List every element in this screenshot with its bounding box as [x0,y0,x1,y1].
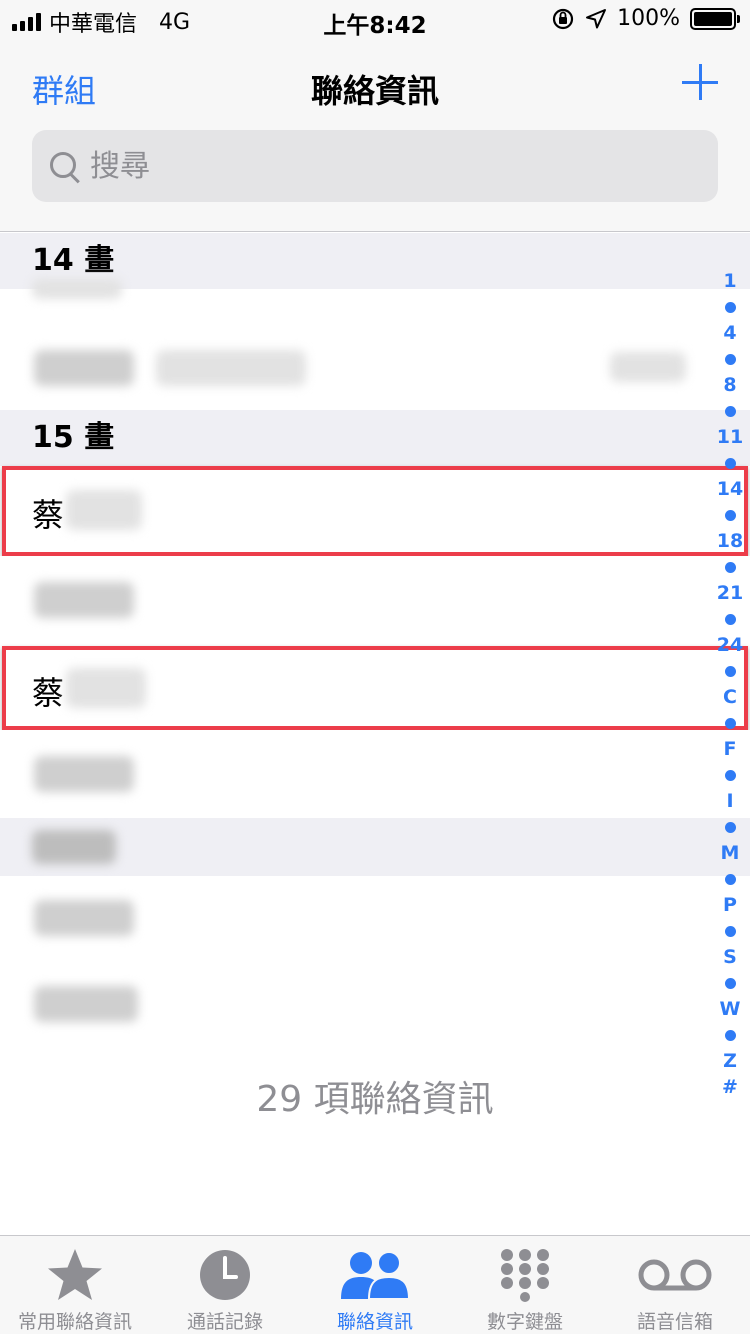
index-dot[interactable] [724,717,736,729]
contact-row[interactable] [0,876,750,962]
index-item[interactable]: 8 [723,372,736,398]
index-item[interactable]: 24 [717,632,743,658]
highlight-box [2,466,748,556]
index-item[interactable]: C [723,684,737,710]
index-dot[interactable] [724,873,736,885]
index-dot[interactable] [724,1029,736,1041]
index-dot[interactable] [724,665,736,677]
location-icon [586,8,607,28]
index-item[interactable]: F [724,736,737,762]
contact-row[interactable] [0,326,750,410]
status-bar: 中華電信 4G 上午8:42 100% [0,0,750,40]
contact-row[interactable] [0,730,750,818]
contact-count: 29 項聯絡資訊 [256,1079,494,1120]
battery-icon [690,7,740,30]
tab-favorites[interactable]: 常用聯絡資訊 [0,1236,150,1334]
index-item[interactable]: P [723,892,737,918]
index-dot[interactable] [724,405,736,417]
index-item[interactable]: S [723,944,737,970]
index-dot[interactable] [724,301,736,313]
index-dot[interactable] [724,925,736,937]
section-header-blurred [0,818,750,876]
index-item[interactable]: 21 [717,580,743,606]
search-input[interactable] [90,148,690,184]
voicemail-icon [638,1259,712,1290]
index-dot[interactable] [724,353,736,365]
tab-recents[interactable]: 通話記錄 [150,1236,300,1334]
index-dot[interactable] [724,821,736,833]
section-index[interactable]: 1 4 8 11 14 18 21 24 C F I M P S W Z # [714,268,746,1100]
tab-keypad[interactable]: 數字鍵盤 [450,1236,600,1334]
navigation-bar: 群組 聯絡資訊 [0,40,750,232]
index-dot[interactable] [724,457,736,469]
contact-row[interactable] [0,962,750,1048]
tab-contacts[interactable]: 聯絡資訊 [300,1236,450,1334]
index-item[interactable]: 18 [717,528,743,554]
page-title: 聯絡資訊 [310,72,439,110]
index-item[interactable]: I [726,788,733,814]
index-item[interactable]: 4 [723,320,736,346]
index-dot[interactable] [724,561,736,573]
tab-bar: 常用聯絡資訊 通話記錄 聯絡資訊 數字鍵盤 語音信箱 [0,1235,750,1334]
clock-icon [200,1249,250,1300]
index-item[interactable]: W [720,996,741,1022]
index-item[interactable]: 1 [723,268,736,294]
index-dot[interactable] [724,977,736,989]
people-icon [341,1250,411,1300]
index-item[interactable]: 14 [717,476,743,502]
section-header-15: 15 畫 [0,410,750,466]
index-item[interactable]: 11 [717,424,743,450]
index-dot[interactable] [724,509,736,521]
rotation-lock-icon [552,8,574,29]
add-contact-button[interactable] [680,62,720,102]
index-dot[interactable] [724,613,736,625]
search-bar[interactable] [32,130,718,202]
index-item[interactable]: # [722,1074,738,1100]
highlight-box [2,646,748,730]
battery-percent: 100% [617,6,680,31]
index-dot[interactable] [724,769,736,781]
index-item[interactable]: Z [723,1048,737,1074]
contact-row[interactable] [0,556,750,646]
contact-row[interactable] [0,279,750,325]
index-item[interactable]: M [721,840,740,866]
tab-voicemail[interactable]: 語音信箱 [600,1236,750,1334]
star-icon [48,1248,102,1300]
search-icon [46,146,86,186]
keypad-icon [501,1248,549,1302]
